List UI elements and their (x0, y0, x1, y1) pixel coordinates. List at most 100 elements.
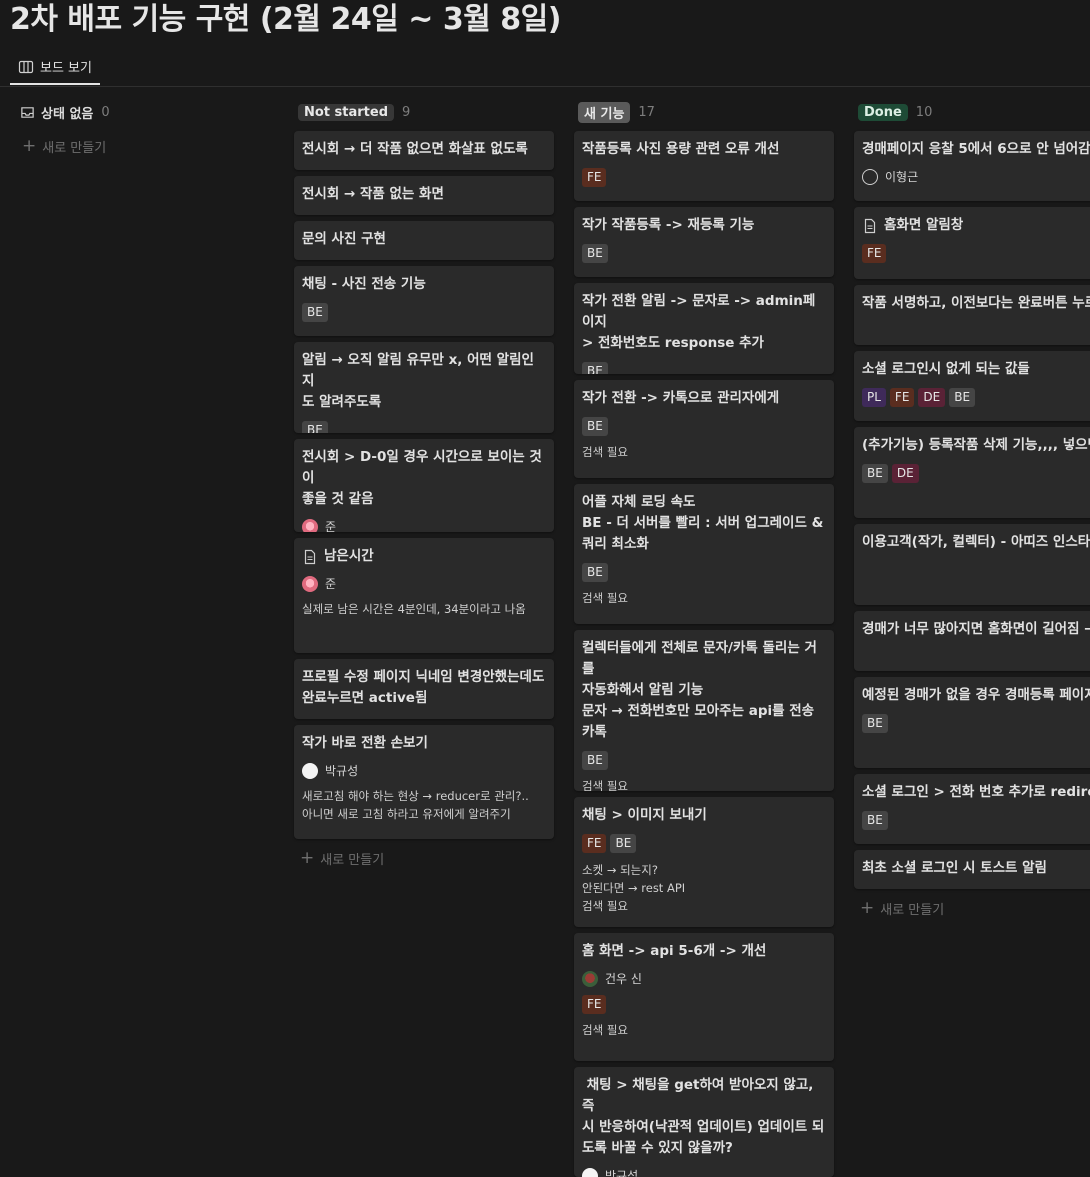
tag-list: PL FE DE BE (862, 388, 1090, 407)
card[interactable]: 남은시간 준 실제로 남은 시간은 4분인데, 34분이라고 나옴 (294, 538, 554, 653)
board-icon (18, 59, 34, 75)
column-count: 0 (101, 105, 109, 120)
column-label: 새 기능 (578, 102, 630, 123)
card[interactable]: 홈화면 알림창 FE (854, 207, 1090, 279)
card[interactable]: 작품 서명하고, 이전보다는 완료버튼 누르 이동하는 게 안헷갈릴거같음 (854, 285, 1090, 345)
tag-list: BE (582, 563, 826, 582)
tag: BE (610, 834, 636, 853)
card[interactable]: 채팅 - 사진 전송 기능 BE (294, 266, 554, 336)
plus-icon: + (22, 138, 36, 155)
card[interactable]: 알림 → 오직 알림 유무만 x, 어떤 알림인지 도 알려주도록 BE (294, 342, 554, 433)
card[interactable]: 어플 자체 로딩 속도 BE - 더 서버를 빨리 : 서버 업그레이드 & 쿼… (574, 484, 834, 624)
new-card-label: 새로 만들기 (880, 899, 944, 918)
card-title: 소셜 로그인시 없게 되는 값들 (862, 359, 1090, 380)
card[interactable]: 작품등록 사진 용량 관련 오류 개선 FE (574, 131, 834, 201)
card-title: 채팅 > 채팅을 get하여 받아오지 않고, 즉 시 반응하여(낙관적 업데이… (582, 1075, 826, 1159)
card[interactable]: 채팅 > 이미지 보내기 FE BE 소켓 → 되는지? 안된다면 → rest… (574, 797, 834, 927)
column-done: Done 10 경매페이지 응찰 5에서 6으로 안 넘어감 이형근 홈화면 알… (854, 96, 1090, 923)
card-title: 어플 자체 로딩 속도 BE - 더 서버를 빨리 : 서버 업그레이드 & 쿼… (582, 492, 826, 555)
card-title: 최초 소셜 로그인 시 토스트 알림 (862, 858, 1090, 879)
plus-icon: + (860, 900, 874, 917)
card[interactable]: 경매페이지 응찰 5에서 6으로 안 넘어감 이형근 (854, 131, 1090, 201)
card[interactable]: 문의 사진 구현 (294, 221, 554, 260)
column-count: 10 (916, 105, 933, 120)
card[interactable]: 이용고객(작가, 컬렉터) - 아띠즈 인스타로 소통 → 인스타로 소통할 수… (854, 524, 1090, 605)
card[interactable]: 경매가 너무 많아지면 홈화면이 길어짐 → 스와이퍼로 넘기기 (854, 611, 1090, 671)
tag: BE (582, 563, 608, 582)
card[interactable]: 소셜 로그인시 없게 되는 값들 PL FE DE BE (854, 351, 1090, 421)
tag-list: BE (582, 362, 826, 374)
document-icon (862, 218, 878, 234)
avatar (582, 971, 598, 987)
column-header[interactable]: Done 10 (854, 96, 1090, 128)
card[interactable]: 전시회 > D-0일 경우 시간으로 보이는 것이 좋을 것 같음 준 (294, 439, 554, 532)
card[interactable]: (추가기능) 등록작품 삭제 기능,,,, 넣으면 을 듯 싶습니다 BE DE (854, 427, 1090, 518)
card[interactable]: 작가 전환 알림 -> 문자로 -> admin페이지 > 전화번호도 resp… (574, 283, 834, 374)
card-title: 채팅 > 이미지 보내기 (582, 805, 826, 826)
card-list: 작품등록 사진 용량 관련 오류 개선 FE 작가 작품등록 -> 재등록 기능… (574, 131, 834, 1177)
column-header[interactable]: 새 기능 17 (574, 96, 834, 128)
column-not-started: Not started 9 전시회 → 더 작품 없으면 화살표 없도록 전시회… (294, 96, 554, 873)
tag: BE (582, 362, 608, 374)
card-title: 소셜 로그인 > 전화 번호 추가로 redirect (862, 782, 1090, 803)
card[interactable]: 작가 전환 -> 카톡으로 관리자에게 BE 검색 필요 (574, 380, 834, 478)
tag: BE (949, 388, 975, 407)
card[interactable]: 전시회 → 더 작품 없으면 화살표 없도록 (294, 131, 554, 170)
document-icon (302, 549, 318, 565)
card[interactable]: 채팅 > 채팅을 get하여 받아오지 않고, 즉 시 반응하여(낙관적 업데이… (574, 1067, 834, 1177)
card[interactable]: 컬렉터들에게 전체로 문자/카톡 돌리는 거를 자동화해서 알림 기능 문자 →… (574, 630, 834, 791)
card-title: 남은시간 (324, 546, 374, 567)
card-list: 전시회 → 더 작품 없으면 화살표 없도록 전시회 → 작품 없는 화면 문의… (294, 131, 554, 839)
tag: BE (582, 751, 608, 770)
card[interactable]: 예정된 경매가 없을 경우 경매등록 페이지 근 불가 처리 BE (854, 677, 1090, 768)
assignee: 준 (302, 518, 546, 532)
new-card-button[interactable]: + 새로 만들기 (854, 893, 1090, 923)
assignee: 준 (302, 575, 546, 592)
tag-list: BE (302, 421, 546, 433)
column-title: 상태 없음 (20, 103, 93, 122)
card[interactable]: 소셜 로그인 > 전화 번호 추가로 redirect BE (854, 774, 1090, 844)
card-title: 프로필 수정 페이지 닉네임 변경안했는데도 완료누르면 active됨 (302, 667, 546, 709)
tag: DE (892, 464, 919, 483)
column-header[interactable]: 상태 없음 0 (16, 96, 276, 128)
assignee: 박규성 (582, 1167, 826, 1177)
new-card-button[interactable]: + 새로 만들기 (294, 843, 554, 873)
search-needed-text: 검색 필요 (582, 778, 826, 791)
assignee: 건우 신 (582, 970, 826, 987)
card-note: 실제로 남은 시간은 4분인데, 34분이라고 나옴 (302, 600, 546, 618)
tag-list: BE (862, 714, 1090, 733)
tag: FE (862, 244, 886, 263)
assignee-name: 준 (325, 575, 336, 592)
card[interactable]: 전시회 → 작품 없는 화면 (294, 176, 554, 215)
card[interactable]: 프로필 수정 페이지 닉네임 변경안했는데도 완료누르면 active됨 (294, 659, 554, 719)
card[interactable]: 작가 바로 전환 손보기 박규성 새로고침 해야 하는 현상 → reducer… (294, 725, 554, 839)
new-card-button[interactable]: + 새로 만들기 (16, 131, 276, 161)
search-needed-text: 검색 필요 (582, 1022, 826, 1038)
assignee-name: 박규성 (325, 762, 358, 779)
tag-list: FE (582, 168, 826, 187)
tab-board-view[interactable]: 보드 보기 (10, 50, 100, 85)
tag: BE (862, 464, 888, 483)
new-card-label: 새로 만들기 (320, 849, 384, 868)
card[interactable]: 작가 작품등록 -> 재등록 기능 BE (574, 207, 834, 277)
column-new-feature: 새 기능 17 작품등록 사진 용량 관련 오류 개선 FE 작가 작품등록 -… (574, 96, 834, 1177)
tag: FE (582, 995, 606, 1014)
tag-list: BE (582, 417, 826, 436)
inbox-icon (20, 105, 35, 120)
card[interactable]: 최초 소셜 로그인 시 토스트 알림 (854, 850, 1090, 889)
avatar (302, 763, 318, 779)
search-needed-text: 검색 필요 (582, 444, 826, 460)
tag-list: BE DE (862, 464, 1090, 483)
plus-icon: + (300, 850, 314, 867)
card-title: 예정된 경매가 없을 경우 경매등록 페이지 근 불가 처리 (862, 685, 1090, 706)
card-title: 전시회 → 작품 없는 화면 (302, 184, 546, 205)
assignee: 박규성 (302, 762, 546, 779)
card-title: 작가 전환 -> 카톡으로 관리자에게 (582, 388, 826, 409)
card[interactable]: 홈 화면 -> api 5-6개 -> 개선 건우 신 FE 검색 필요 (574, 933, 834, 1061)
column-no-status: 상태 없음 0 + 새로 만들기 (16, 96, 276, 161)
card-title-row: 홈화면 알림창 (862, 215, 1090, 236)
column-count: 9 (402, 105, 410, 120)
avatar (302, 576, 318, 592)
assignee-name: 이형근 (885, 168, 918, 185)
column-header[interactable]: Not started 9 (294, 96, 554, 128)
